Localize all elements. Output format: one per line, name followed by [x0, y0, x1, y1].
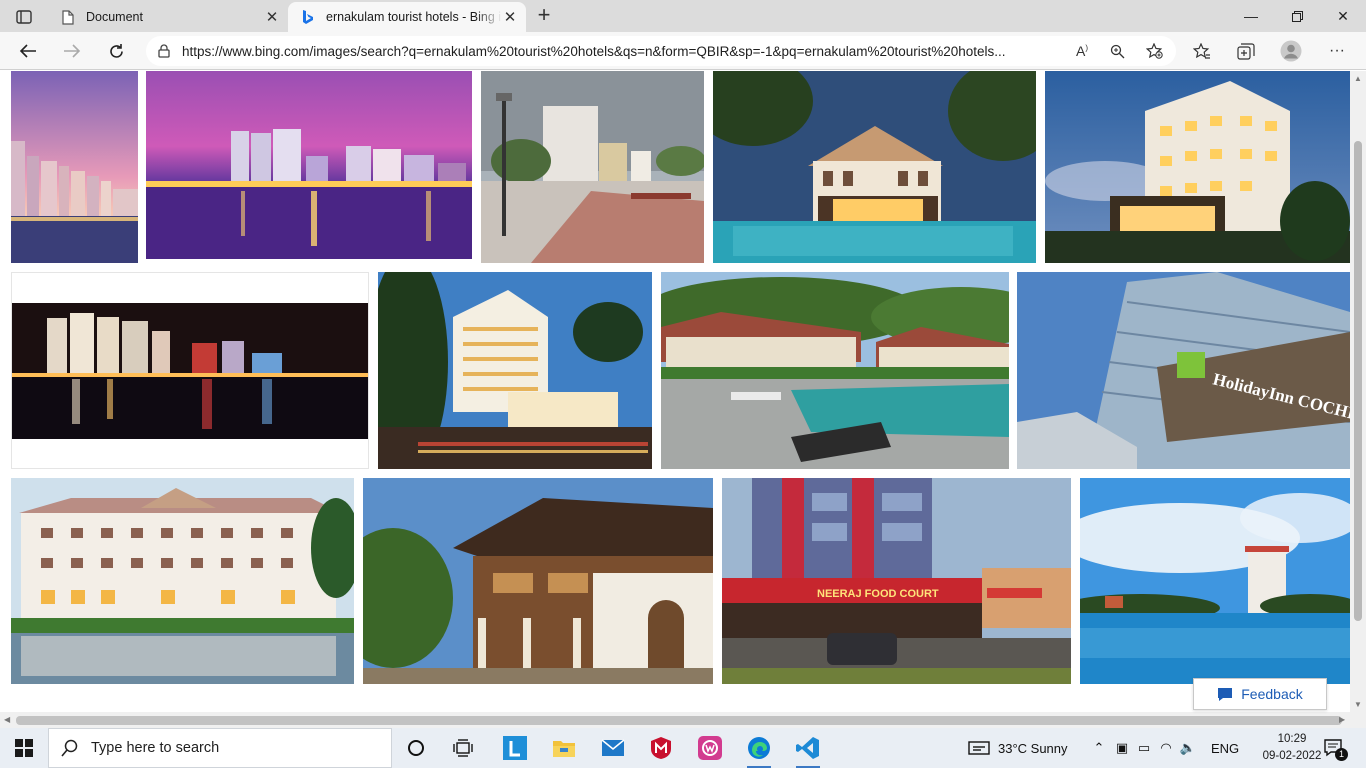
result-image[interactable]	[11, 478, 354, 684]
taskbar: Type here to search 33°C Sunny ⌃ ▣ ▭ ◠ 🔈…	[0, 728, 1366, 768]
task-view-icon[interactable]	[445, 732, 481, 764]
add-favorite-icon[interactable]	[1142, 41, 1166, 61]
refresh-button[interactable]	[100, 35, 132, 67]
feedback-label: Feedback	[1241, 686, 1303, 702]
tab-strip: Document ✕ ernakulam tourist hotels - Bi…	[0, 0, 1366, 32]
file-explorer-icon[interactable]	[546, 732, 582, 764]
more-options-icon[interactable]: ···	[1324, 39, 1350, 63]
result-image[interactable]	[481, 71, 704, 263]
forward-button[interactable]	[56, 35, 88, 67]
new-tab-button[interactable]: +	[530, 4, 558, 28]
scroll-left-icon[interactable]: ◀	[4, 715, 10, 724]
holiday-inn-image: HolidayInn COCHIN	[1017, 272, 1350, 469]
minimize-button[interactable]: —	[1228, 0, 1274, 32]
launcher-l-icon[interactable]	[497, 732, 533, 764]
vertical-scrollbar[interactable]: ▲ ▼	[1350, 71, 1366, 712]
bing-icon	[300, 9, 316, 25]
feedback-button[interactable]: Feedback	[1193, 678, 1327, 710]
close-tab-icon[interactable]: ✕	[264, 8, 280, 26]
restore-button[interactable]	[1274, 0, 1320, 32]
taskbar-search[interactable]: Type here to search	[48, 728, 392, 768]
battery-icon[interactable]: ▭	[1133, 740, 1155, 756]
collections-icon[interactable]	[1233, 39, 1259, 63]
result-image[interactable]	[1080, 478, 1350, 684]
scroll-right-icon[interactable]: ▶	[1339, 715, 1345, 724]
result-image[interactable]: HolidayInn COCHIN	[1017, 272, 1350, 469]
cortana-icon[interactable]	[398, 732, 434, 764]
language-text: ENG	[1211, 740, 1240, 756]
result-image[interactable]	[713, 71, 1036, 263]
notification-count: 1	[1335, 748, 1348, 761]
traditional-kerala-building-image	[363, 478, 713, 684]
clock-date: 09-02-2022	[1262, 750, 1322, 762]
start-button[interactable]	[0, 728, 48, 768]
result-image[interactable]	[146, 71, 472, 259]
tab-actions-icon[interactable]	[8, 6, 40, 28]
mcafee-icon[interactable]	[643, 732, 679, 764]
close-tab-icon[interactable]: ✕	[502, 8, 518, 26]
heritage-resort-image	[713, 71, 1036, 263]
wifi-icon[interactable]: ◠	[1155, 740, 1177, 756]
notification-center[interactable]: 1	[1324, 728, 1348, 768]
vscode-icon[interactable]	[790, 732, 826, 768]
feedback-icon	[1218, 687, 1233, 701]
mail-icon[interactable]	[595, 732, 631, 764]
skyline-dusk-image	[11, 71, 138, 263]
tab-title: Document	[86, 10, 143, 24]
tab-document[interactable]: Document ✕	[48, 2, 288, 32]
backwater-highrise-image	[1080, 478, 1350, 684]
weather-widget[interactable]: 33°C Sunny	[968, 728, 1068, 768]
search-icon	[61, 739, 78, 757]
windows-icon	[15, 739, 33, 757]
document-icon	[60, 9, 76, 25]
food-court-sign: NEERAJ FOOD COURT	[817, 588, 939, 600]
address-toolbar: https://www.bing.com/images/search?q=ern…	[0, 32, 1366, 70]
edge-icon[interactable]	[741, 732, 777, 768]
close-window-button[interactable]: ✕	[1320, 0, 1366, 32]
clock-time: 10:29	[1277, 733, 1307, 745]
tab-title: ernakulam tourist hotels - Bing images	[326, 10, 502, 24]
scroll-down-icon[interactable]: ▼	[1354, 700, 1362, 709]
vertical-scroll-thumb[interactable]	[1354, 141, 1362, 621]
system-clock[interactable]: 10:29 09-02-2022	[1262, 731, 1322, 765]
lit-hotel-dusk-image	[1045, 71, 1350, 263]
read-aloud-icon[interactable]: A)	[1070, 41, 1094, 61]
food-court-street-image: NEERAJ FOOD COURT	[722, 478, 1071, 684]
address-bar[interactable]: https://www.bing.com/images/search?q=ern…	[146, 36, 1176, 66]
tray-icons: ⌃ ▣ ▭ ◠ 🔈	[1091, 728, 1199, 768]
result-image[interactable]	[378, 272, 652, 469]
zoom-icon[interactable]	[1105, 41, 1129, 61]
hotel-tower-palms-image	[378, 272, 652, 469]
horizontal-scroll-thumb[interactable]	[16, 716, 1342, 725]
search-placeholder: Type here to search	[91, 740, 220, 756]
profile-avatar[interactable]	[1278, 39, 1304, 63]
resort-cottages-pool-image	[661, 272, 1009, 469]
url-text[interactable]: https://www.bing.com/images/search?q=ern…	[182, 44, 1062, 59]
marine-drive-image	[481, 71, 704, 263]
show-hidden-icons[interactable]: ⌃	[1091, 740, 1107, 756]
language-indicator[interactable]: ENG	[1211, 728, 1239, 768]
result-image[interactable]: NEERAJ FOOD COURT	[722, 478, 1071, 684]
result-image[interactable]	[11, 71, 138, 263]
result-image[interactable]	[11, 272, 369, 469]
weather-icon	[968, 741, 990, 755]
result-image[interactable]	[1045, 71, 1350, 263]
volume-icon[interactable]: 🔈	[1177, 740, 1199, 756]
meet-now-icon[interactable]: ▣	[1111, 740, 1133, 756]
favorites-icon[interactable]	[1189, 39, 1215, 63]
app-w-icon[interactable]	[692, 732, 728, 764]
white-heritage-hotel-image	[11, 478, 354, 684]
lock-icon[interactable]	[146, 44, 182, 58]
image-results-grid: HolidayInn COCHIN NEERAJ FOOD COURT	[0, 71, 1350, 712]
result-image[interactable]	[363, 478, 713, 684]
weather-text: 33°C Sunny	[998, 740, 1068, 756]
back-button[interactable]	[12, 35, 44, 67]
scroll-up-icon[interactable]: ▲	[1354, 74, 1362, 83]
night-skyline-image	[12, 303, 368, 439]
result-image[interactable]	[661, 272, 1009, 469]
scroll-corner	[1350, 712, 1366, 728]
night-waterfront-image	[146, 71, 472, 259]
tab-bing-images[interactable]: ernakulam tourist hotels - Bing images ✕	[288, 2, 526, 32]
horizontal-scrollbar[interactable]: ◀ ▶	[0, 712, 1350, 728]
